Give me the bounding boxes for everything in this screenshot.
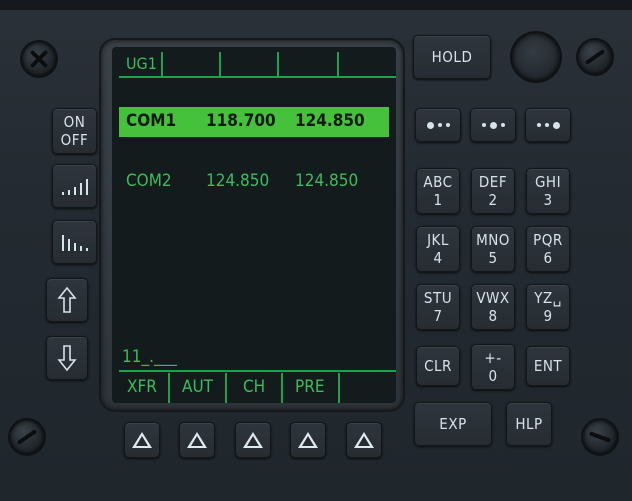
page-title: UG1 — [126, 54, 157, 73]
softkey-label-xfr: XFR — [127, 377, 157, 397]
softkey-divider — [168, 373, 170, 403]
volume-down-icon — [61, 235, 88, 251]
key-letters: YZ␣ — [534, 289, 562, 307]
key-digit: 7 — [433, 307, 443, 325]
softkey-divider — [281, 373, 283, 403]
scratchpad-entry: 11_.___ — [122, 347, 177, 367]
dot-center-icon — [481, 121, 505, 129]
triangle-up-icon — [243, 432, 263, 448]
key-letters: PQR — [533, 231, 563, 249]
dot-right-icon — [536, 121, 560, 129]
key-7-stu[interactable]: STU 7 — [416, 284, 460, 330]
volume-up-icon — [61, 179, 88, 195]
exp-button[interactable]: EXP — [414, 402, 492, 446]
screw-icon — [583, 420, 617, 454]
dot-center-button[interactable] — [470, 108, 516, 142]
screw-icon — [578, 40, 612, 74]
display-screen: UG1 COM1 118.700 124.850 COM2 124.850 12… — [112, 47, 396, 403]
com1-label: COM1 — [126, 111, 177, 131]
key-1-abc[interactable]: ABC 1 — [416, 168, 460, 214]
softkey-label-pre: PRE — [295, 377, 325, 397]
rotary-knob[interactable] — [512, 33, 560, 81]
key-digit: 3 — [543, 191, 553, 209]
key-digit: 2 — [488, 191, 498, 209]
key-digit: 6 — [543, 249, 553, 267]
softkey-5-button[interactable] — [346, 422, 382, 458]
key-4-jkl[interactable]: JKL 4 — [416, 226, 460, 272]
header-divider — [277, 52, 279, 76]
volume-up-button[interactable] — [52, 164, 97, 208]
on-off-button[interactable]: ON OFF — [52, 108, 97, 154]
clear-button[interactable]: CLR — [416, 346, 460, 386]
clr-label: CLR — [424, 357, 452, 375]
key-letters: VWX — [476, 289, 510, 307]
triangle-up-icon — [354, 432, 374, 448]
screw-icon — [10, 420, 44, 454]
softkey-divider — [225, 373, 227, 403]
arrow-up-icon — [57, 286, 77, 313]
scroll-up-button[interactable] — [46, 278, 88, 322]
header-divider — [161, 52, 163, 76]
key-digit: 0 — [488, 367, 498, 385]
key-letters: JKL — [427, 231, 449, 249]
key-letters: ABC — [423, 173, 453, 191]
triangle-up-icon — [298, 432, 318, 448]
screw-icon — [22, 42, 56, 76]
dot-left-icon — [426, 121, 450, 129]
scroll-down-button[interactable] — [46, 336, 88, 380]
softkey-1-button[interactable] — [124, 422, 160, 458]
key-plusminus: +- — [484, 349, 502, 367]
hold-button[interactable]: HOLD — [413, 35, 491, 79]
header-rule — [119, 76, 396, 78]
key-5-mno[interactable]: MNO 5 — [471, 226, 515, 272]
hlp-label: HLP — [515, 415, 543, 433]
softkey-label-ch: CH — [243, 377, 266, 397]
key-digit: 1 — [433, 191, 443, 209]
key-digit: 9 — [543, 307, 553, 325]
arrow-down-icon — [57, 345, 77, 372]
com1-active-frequency: 118.700 — [206, 111, 276, 131]
key-digit: 5 — [488, 249, 498, 267]
softkey-divider — [338, 373, 340, 403]
softkey-rule — [119, 370, 396, 372]
com2-standby-frequency: 124.850 — [295, 171, 359, 191]
on-label: ON — [63, 113, 86, 131]
key-3-ghi[interactable]: GHI 3 — [526, 168, 570, 214]
com2-active-frequency: 124.850 — [206, 171, 270, 191]
dot-right-button[interactable] — [525, 108, 571, 142]
help-button[interactable]: HLP — [506, 402, 552, 446]
key-digit: 8 — [488, 307, 498, 325]
softkey-4-button[interactable] — [290, 422, 326, 458]
key-9-yz-space[interactable]: YZ␣ 9 — [526, 284, 570, 330]
key-letters: DEF — [478, 173, 508, 191]
enter-button[interactable]: ENT — [526, 346, 570, 386]
triangle-up-icon — [187, 432, 207, 448]
triangle-up-icon — [132, 432, 152, 448]
off-label: OFF — [60, 131, 89, 149]
com1-standby-frequency: 124.850 — [295, 111, 365, 131]
radio-control-panel: ON OFF UG1 COM1 118.700 124.850 COM2 124… — [0, 0, 632, 501]
volume-down-button[interactable] — [52, 220, 97, 264]
hold-label: HOLD — [431, 48, 473, 66]
dot-left-button[interactable] — [415, 108, 461, 142]
key-letters: GHI — [534, 173, 562, 191]
ent-label: ENT — [533, 357, 563, 375]
exp-label: EXP — [439, 415, 467, 433]
key-digit: 4 — [433, 249, 443, 267]
header-divider — [219, 52, 221, 76]
softkey-label-aut: AUT — [182, 377, 213, 397]
key-6-pqr[interactable]: PQR 6 — [526, 226, 570, 272]
key-letters: MNO — [476, 231, 510, 249]
softkey-3-button[interactable] — [235, 422, 271, 458]
key-2-def[interactable]: DEF 2 — [471, 168, 515, 214]
top-strip — [0, 0, 632, 10]
softkey-2-button[interactable] — [179, 422, 215, 458]
key-letters: STU — [423, 289, 453, 307]
com2-label[interactable]: COM2 — [126, 171, 172, 191]
key-0-plusminus[interactable]: +- 0 — [471, 344, 515, 390]
header-divider — [337, 52, 339, 76]
key-8-vwx[interactable]: VWX 8 — [471, 284, 515, 330]
